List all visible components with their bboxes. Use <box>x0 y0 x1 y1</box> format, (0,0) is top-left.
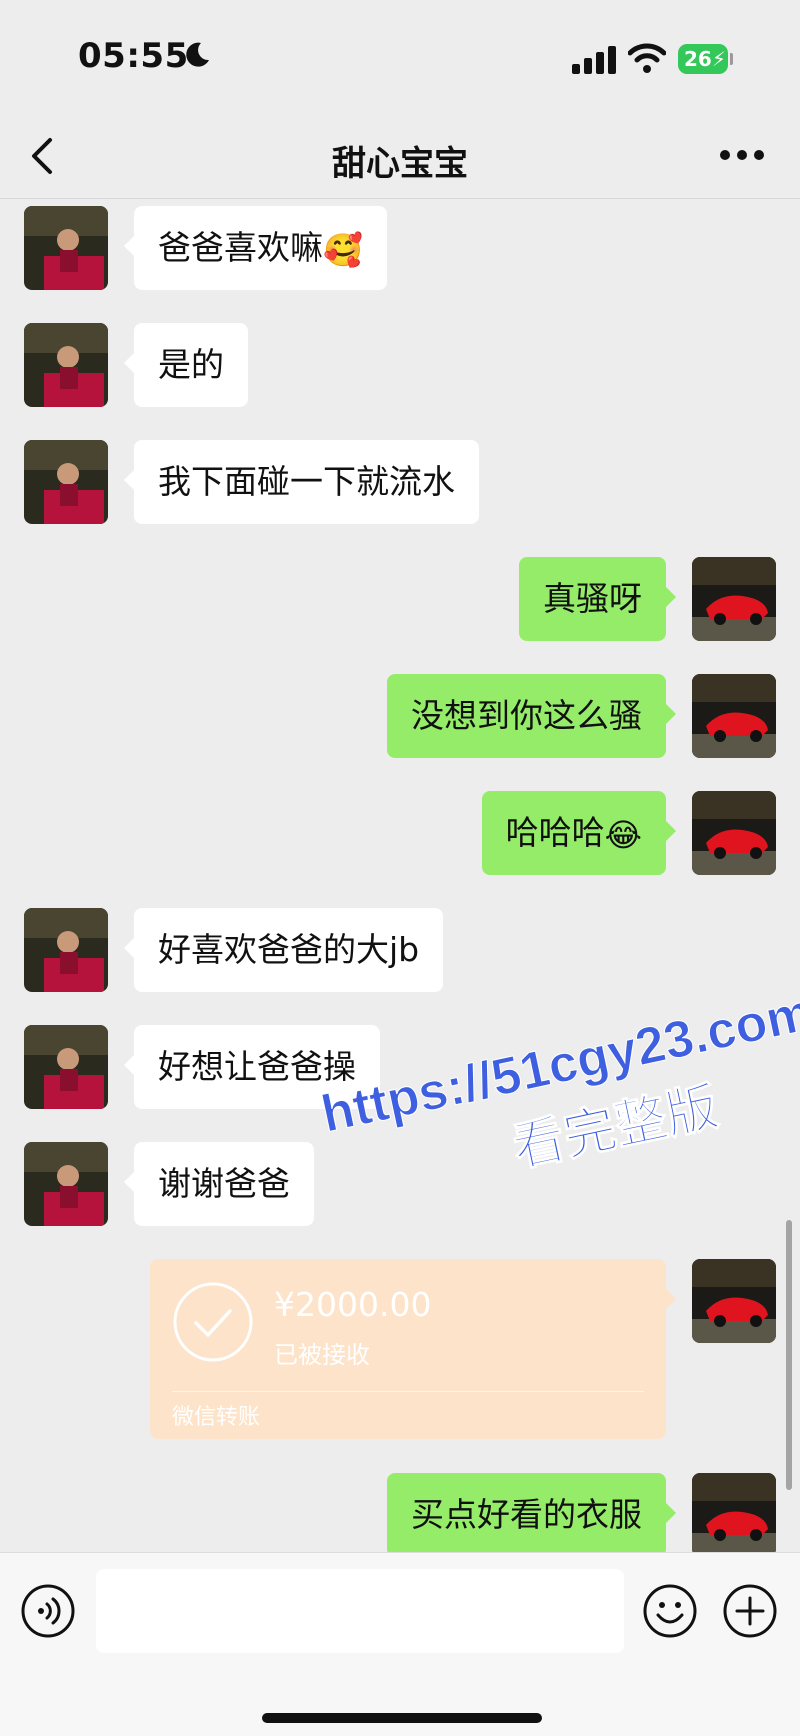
status-bar: 05:55 26⚡ <box>0 0 800 110</box>
plus-icon[interactable] <box>722 1583 778 1639</box>
tears-of-joy-emoji: 😂 <box>604 815 642 854</box>
moon-icon <box>186 42 209 67</box>
outgoing-message[interactable]: 没想到你这么骚 <box>387 674 676 758</box>
incoming-message[interactable]: 好想让爸爸操 <box>124 1025 380 1109</box>
emoji-icon[interactable] <box>642 1583 698 1639</box>
message-text: 好喜欢爸爸的大jb <box>158 930 420 969</box>
incoming-message[interactable]: 谢谢爸爸 <box>124 1142 314 1226</box>
scrollbar[interactable] <box>786 1220 792 1490</box>
transfer-card[interactable]: ¥2000.00 已被接收 微信转账 <box>150 1259 676 1439</box>
contact-avatar[interactable] <box>24 1025 108 1109</box>
signal-icon <box>572 46 616 74</box>
chat-title: 甜心宝宝 <box>332 144 468 184</box>
battery-icon: 26⚡ <box>678 44 728 74</box>
message-text: 没想到你这么骚 <box>411 696 642 735</box>
message-text: 是的 <box>158 345 224 384</box>
incoming-message[interactable]: 好喜欢爸爸的大jb <box>123 908 444 992</box>
outgoing-message[interactable]: 真骚呀 <box>519 557 676 641</box>
transfer-label: 微信转账 <box>172 1405 261 1430</box>
message-text: 买点好看的衣服 <box>411 1495 642 1534</box>
incoming-message[interactable]: 我下面碰一下就流水 <box>124 440 479 524</box>
smiling-face-with-hearts-emoji: 🥰 <box>323 230 363 269</box>
wifi-icon <box>628 43 666 73</box>
contact-avatar[interactable] <box>24 440 108 524</box>
more-icon[interactable] <box>718 148 766 162</box>
status-time: 05:55 <box>78 36 189 76</box>
message-text: 好想让爸爸操 <box>158 1047 356 1086</box>
contact-avatar[interactable] <box>24 1142 108 1226</box>
message-list[interactable]: 爸爸喜欢嘛🥰 是的 我下面碰一下就流水 真骚呀 没想到你这么骚 哈哈哈😂 好喜欢… <box>0 198 800 1552</box>
my-avatar[interactable] <box>692 674 776 758</box>
my-avatar[interactable] <box>692 791 776 875</box>
outgoing-message[interactable]: 哈哈哈😂 <box>481 791 677 875</box>
my-avatar[interactable] <box>692 1259 776 1343</box>
check-circle-icon <box>173 1282 253 1362</box>
my-avatar[interactable] <box>692 1473 776 1552</box>
voice-icon[interactable] <box>20 1583 76 1639</box>
message-text: 我下面碰一下就流水 <box>158 462 455 501</box>
divider <box>172 1391 644 1392</box>
input-bar <box>0 1552 800 1671</box>
message-input[interactable] <box>96 1569 624 1653</box>
my-avatar[interactable] <box>692 557 776 641</box>
message-text: 真骚呀 <box>543 579 642 618</box>
contact-avatar[interactable] <box>24 206 108 290</box>
message-text: 哈哈哈 <box>505 813 605 852</box>
message-text: 爸爸喜欢嘛 <box>158 228 323 267</box>
battery-level: 26 <box>684 47 712 71</box>
transfer-status: 已被接收 <box>274 1341 370 1369</box>
home-indicator[interactable] <box>262 1713 542 1723</box>
transfer-amount: ¥2000.00 <box>274 1285 432 1324</box>
message-row: ¥2000.00 已被接收 微信转账 <box>0 1259 800 1439</box>
home-area <box>0 1670 800 1736</box>
incoming-message[interactable]: 是的 <box>124 323 248 407</box>
contact-avatar[interactable] <box>24 323 108 407</box>
incoming-message[interactable]: 爸爸喜欢嘛🥰 <box>124 206 387 290</box>
message-text: 谢谢爸爸 <box>158 1164 290 1203</box>
outgoing-message[interactable]: 买点好看的衣服 <box>387 1473 676 1552</box>
contact-avatar[interactable] <box>24 908 108 992</box>
battery-nub <box>730 53 733 65</box>
chat-header: 甜心宝宝 <box>0 110 800 199</box>
